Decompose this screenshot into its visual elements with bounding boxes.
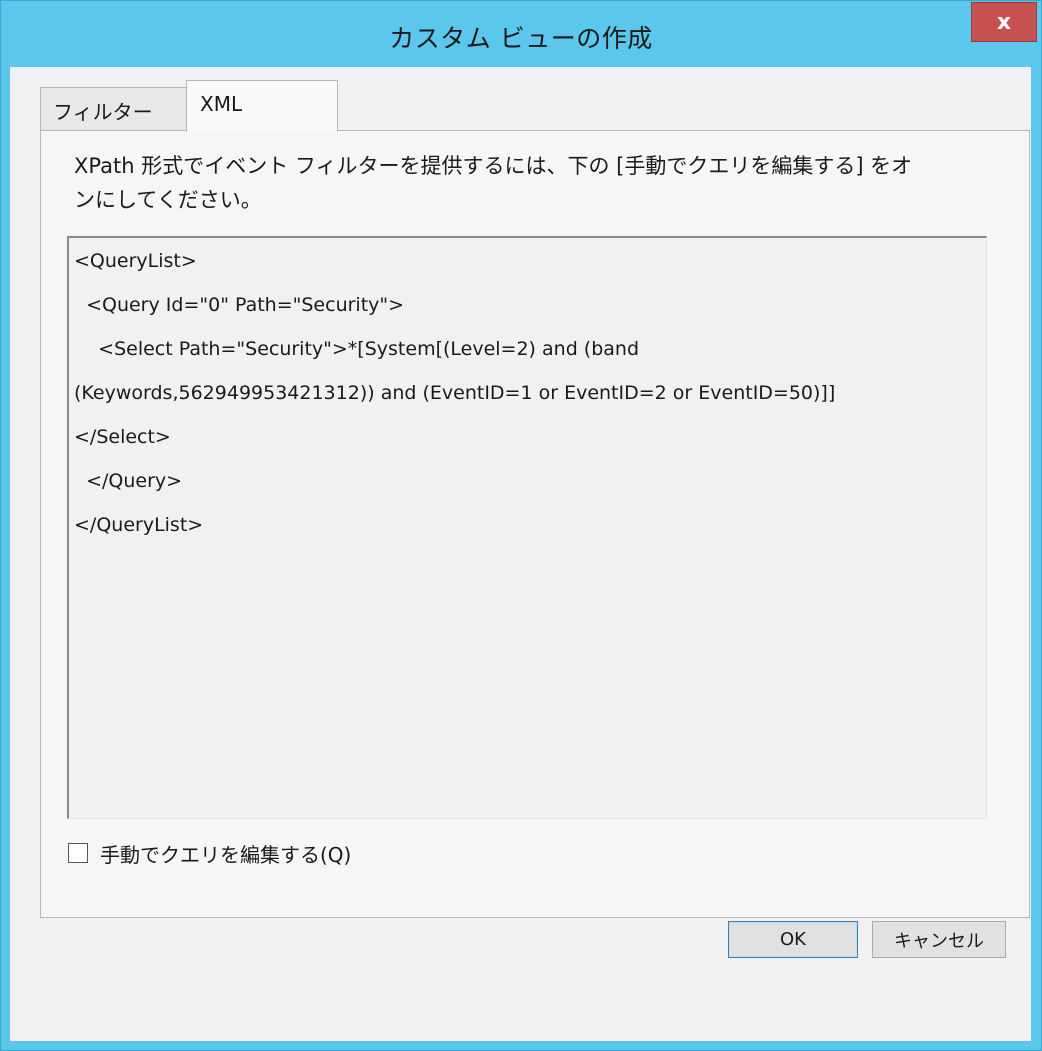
query-line: (Keywords,562949953421312)) and (EventID…: [74, 382, 836, 404]
close-button[interactable]: x: [971, 2, 1037, 42]
description-line-2: ンにしてください。: [74, 188, 262, 212]
title-bar[interactable]: カスタム ビューの作成 x: [1, 1, 1041, 67]
tab-xml[interactable]: XML: [186, 80, 338, 132]
manual-edit-checkbox[interactable]: [68, 843, 88, 863]
query-line: <Select Path="Security">*[System[(Level=…: [74, 338, 640, 360]
description-line-1: XPath 形式でイベント フィルターを提供するには、下の [手動でクエリを編集…: [74, 154, 913, 178]
query-line: </QueryList>: [74, 514, 204, 536]
manual-edit-option[interactable]: 手動でクエリを編集する(Q): [68, 838, 351, 868]
query-line: <Query Id="0" Path="Security">: [74, 294, 405, 316]
dialog-client-area: フィルター XML XPath 形式でイベント フィルターを提供するには、下の …: [10, 67, 1031, 1041]
close-icon: x: [996, 9, 1012, 35]
manual-edit-label: 手動でクエリを編集する(Q): [100, 842, 352, 867]
cancel-button[interactable]: キャンセル: [872, 921, 1006, 958]
query-line: <QueryList>: [74, 250, 197, 272]
custom-view-dialog: カスタム ビューの作成 x フィルター XML XPath 形式でイベント フィ…: [0, 0, 1042, 1051]
xml-tab-panel: XPath 形式でイベント フィルターを提供するには、下の [手動でクエリを編集…: [40, 130, 1030, 918]
query-line: </Query>: [74, 470, 183, 492]
xml-description: XPath 形式でイベント フィルターを提供するには、下の [手動でクエリを編集…: [74, 149, 1009, 217]
xml-query-textbox[interactable]: <QueryList> <Query Id="0" Path="Security…: [67, 236, 987, 819]
tab-filter[interactable]: フィルター: [40, 87, 188, 131]
ok-button[interactable]: OK: [728, 921, 858, 958]
query-line: </Select>: [74, 426, 171, 448]
dialog-title: カスタム ビューの作成: [389, 24, 653, 53]
